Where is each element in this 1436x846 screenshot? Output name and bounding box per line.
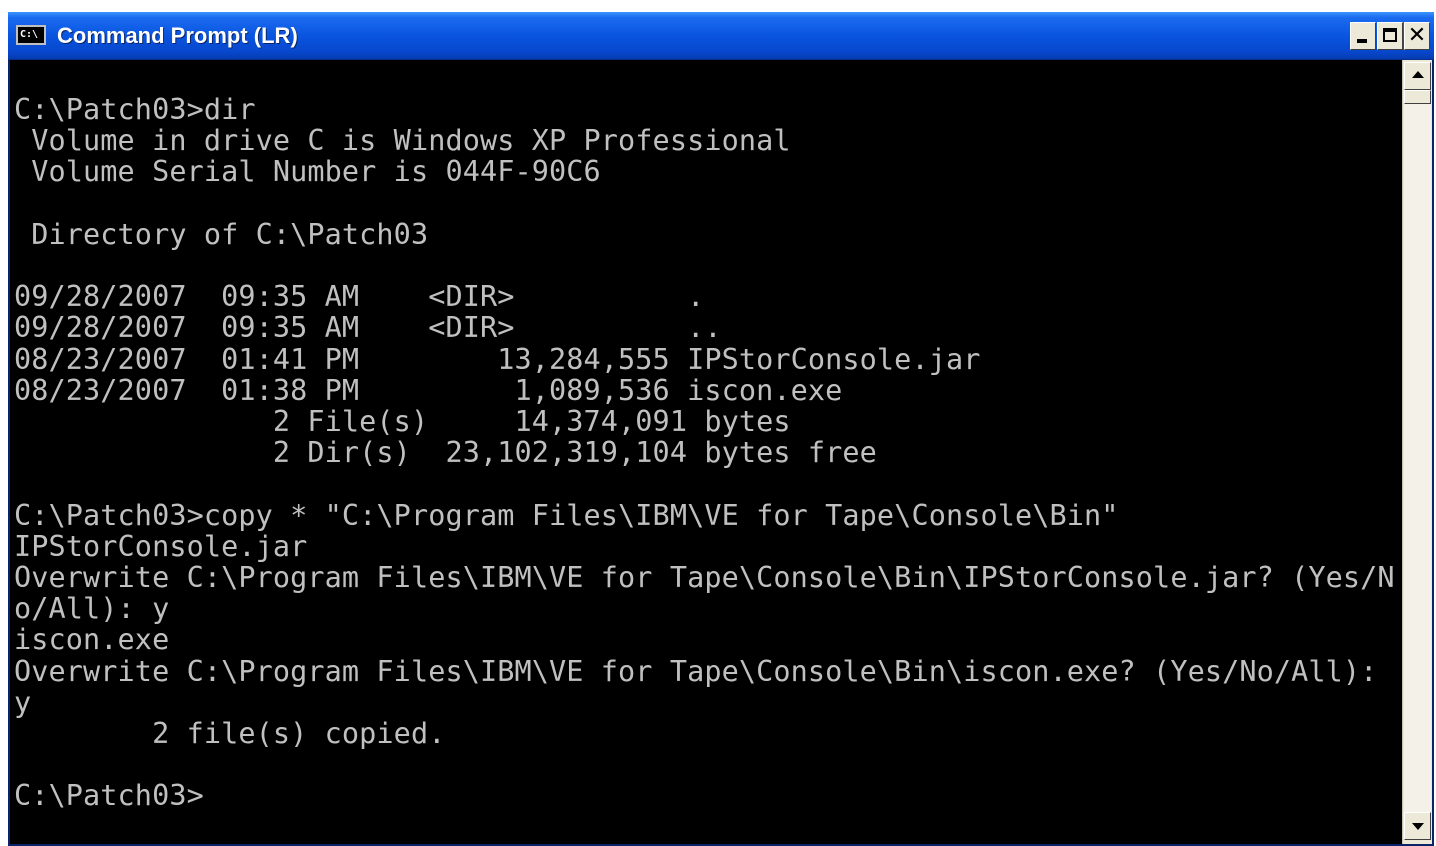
console-line: C:\Patch03>copy * "C:\Program Files\IBM\…: [14, 498, 1119, 532]
console-line: 09/28/2007 09:35 AM <DIR> .: [14, 280, 705, 314]
console-line: C:\Patch03>dir: [14, 93, 256, 126]
console-line: Volume Serial Number is 044F-90C6: [14, 155, 601, 189]
maximize-icon: [1383, 28, 1397, 42]
console-line: 2 File(s) 14,374,091 bytes: [14, 405, 791, 439]
minimize-icon: [1357, 39, 1367, 43]
console-line: 08/23/2007 01:38 PM 1,089,536 iscon.exe: [14, 373, 843, 407]
console-line: C:\Patch03>: [14, 779, 204, 813]
console-line: 08/23/2007 01:41 PM 13,284,555 IPStorCon…: [14, 342, 981, 376]
scroll-thumb[interactable]: [1404, 90, 1431, 104]
close-button[interactable]: ✕: [1404, 22, 1430, 50]
maximize-button[interactable]: [1377, 22, 1403, 50]
arrow-up-icon: [1412, 71, 1424, 78]
command-prompt-window[interactable]: C:\ Command Prompt (LR) ✕ C:\Patch03>dir…: [8, 12, 1434, 846]
scroll-track[interactable]: [1404, 90, 1431, 812]
console-line: IPStorConsole.jar: [14, 529, 308, 563]
console-text: C:\Patch03>dir Volume in drive C is Wind…: [14, 94, 1395, 812]
console-line: o/All): y: [14, 592, 170, 626]
console-output-area[interactable]: C:\Patch03>dir Volume in drive C is Wind…: [10, 60, 1402, 844]
console-line: 09/28/2007 09:35 AM <DIR> ..: [14, 311, 722, 345]
scroll-down-button[interactable]: [1404, 812, 1431, 840]
cmd-icon[interactable]: C:\: [16, 25, 46, 45]
console-line: Overwrite C:\Program Files\IBM\VE for Ta…: [14, 561, 1395, 595]
console-line: Volume in drive C is Windows XP Professi…: [14, 124, 791, 158]
console-line: 2 file(s) copied.: [14, 717, 446, 751]
console-line: iscon.exe: [14, 623, 170, 657]
vertical-scrollbar[interactable]: [1402, 60, 1432, 844]
scroll-up-button[interactable]: [1404, 62, 1431, 90]
console-line: Directory of C:\Patch03: [14, 217, 429, 251]
close-icon: ✕: [1407, 23, 1427, 48]
console-line: Overwrite C:\Program Files\IBM\VE for Ta…: [14, 654, 1378, 688]
console-line: 2 Dir(s) 23,102,319,104 bytes free: [14, 436, 877, 470]
minimize-button[interactable]: [1350, 22, 1376, 50]
window-title: Command Prompt (LR): [57, 23, 298, 48]
arrow-down-icon: [1412, 823, 1424, 830]
title-bar[interactable]: C:\ Command Prompt (LR) ✕: [8, 12, 1434, 60]
console-line: y: [14, 685, 32, 719]
